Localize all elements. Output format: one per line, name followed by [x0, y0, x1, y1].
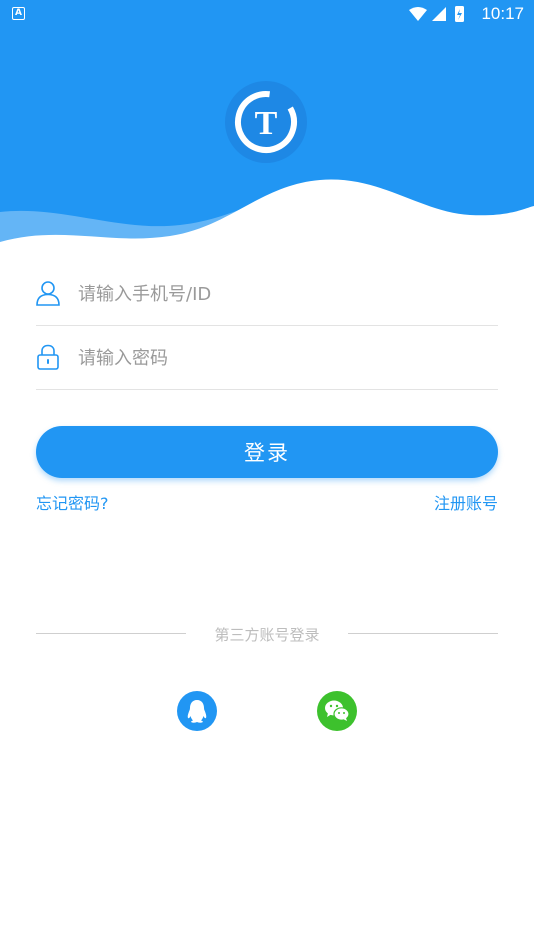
- phone-input[interactable]: [78, 274, 488, 314]
- register-account-link[interactable]: 注册账号: [434, 490, 498, 514]
- third-party-title: 第三方账号登录: [214, 626, 320, 644]
- qq-icon: [187, 700, 207, 723]
- signal-icon: [432, 7, 446, 21]
- divider-line-right: [348, 633, 498, 634]
- wechat-login-button[interactable]: [317, 691, 357, 731]
- password-input[interactable]: [78, 338, 488, 378]
- password-field: [36, 326, 498, 390]
- qq-login-button[interactable]: [177, 691, 217, 731]
- app-logo: T: [224, 80, 308, 164]
- wifi-icon: [409, 7, 427, 21]
- user-icon: [36, 281, 60, 306]
- logo-letter: T: [255, 105, 278, 142]
- app-notification-icon: A: [12, 7, 25, 20]
- status-bar: A 10:17: [0, 0, 534, 28]
- phone-field: [36, 262, 498, 326]
- lock-icon: [37, 344, 59, 370]
- forgot-password-link[interactable]: 忘记密码?: [36, 490, 109, 514]
- status-time: 10:17: [481, 4, 524, 23]
- wechat-icon: [325, 700, 350, 721]
- header-banner: A 10:17 T: [0, 0, 534, 250]
- status-icons: [409, 6, 464, 22]
- login-button[interactable]: 登录: [36, 426, 498, 478]
